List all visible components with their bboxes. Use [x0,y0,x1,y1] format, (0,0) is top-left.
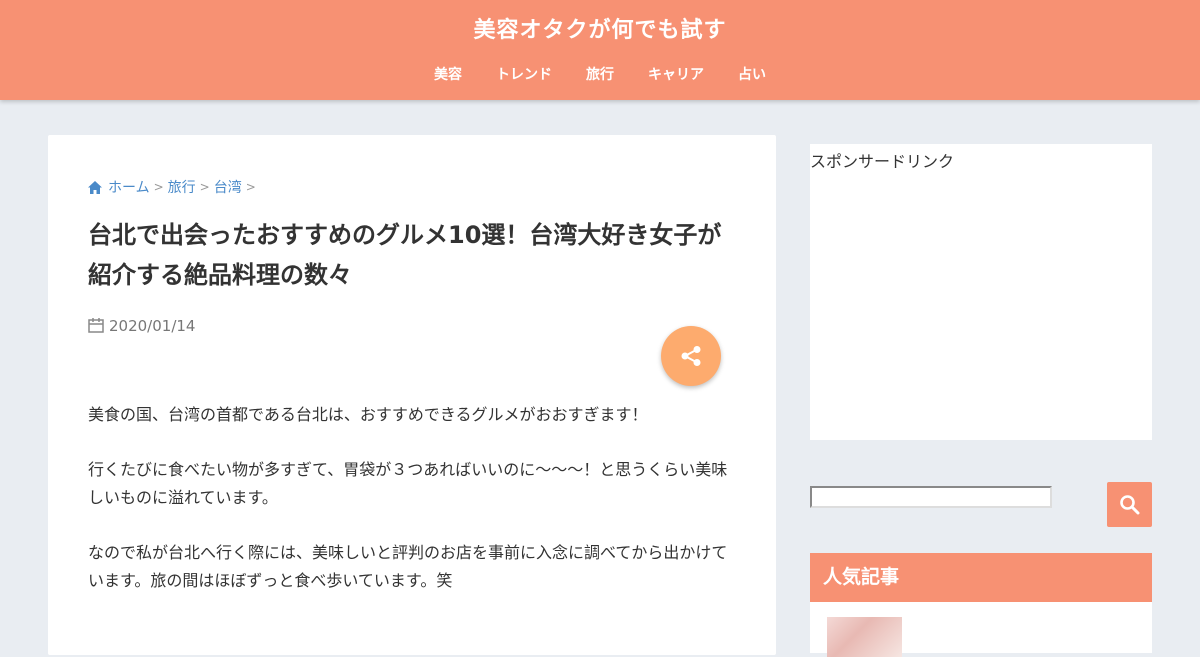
breadcrumb-taiwan[interactable]: 台湾 [214,180,242,196]
share-icon [681,346,701,366]
post-date: 2020/01/14 [88,317,195,335]
calendar-icon [88,318,104,333]
paragraph: 行くたびに食べたい物が多すぎて、胃袋が３つあればいいのに〜〜〜！と思うくらい美味… [88,460,728,507]
breadcrumb-travel[interactable]: 旅行 [168,180,196,196]
nav-item-fortune[interactable]: 占い [738,64,766,84]
paragraph: なので私が台北へ行く際には、美味しいと評判のお店を事前に入念に調べてから出かけて… [88,543,728,590]
search-input[interactable] [810,486,1052,508]
global-nav: 美容 トレンド 旅行 キャリア 占い [0,64,1200,84]
nav-item-trend[interactable]: トレンド [496,64,552,84]
home-icon [88,180,102,194]
sponsored-ad-block: スポンサードリンク [810,144,1152,440]
nav-item-career[interactable]: キャリア [648,64,704,84]
article-title: 台北で出会ったおすすめのグルメ10選！台湾大好き女子が紹介する絶品料理の数々 [88,221,722,289]
nav-item-travel[interactable]: 旅行 [586,64,614,84]
chevron-right-icon: > [199,180,210,194]
search-button[interactable] [1107,482,1152,527]
article-body: 美食の国、台湾の首都である台北は、おすすめできるグルメがおおすぎます！ 行くたび… [88,401,738,622]
popular-articles-heading: 人気記事 [810,553,1152,602]
share-button[interactable] [661,326,721,386]
popular-articles: 人気記事 [810,553,1152,657]
ad-label: スポンサードリンク [810,152,955,171]
post-date-text: 2020/01/14 [109,317,196,335]
site-title[interactable]: 美容オタクが何でも試す [0,12,1200,44]
search-icon [1120,495,1140,515]
paragraph: 美食の国、台湾の首都である台北は、おすすめできるグルメがおおすぎます！ [88,405,648,424]
article-card: ホーム > 旅行 > 台湾 > 台北で出会ったおすすめのグルメ10選！台湾大好き女子が紹介… [48,135,776,655]
popular-article-thumbnail[interactable] [827,617,902,657]
chevron-right-icon: > [245,180,256,194]
chevron-right-icon: > [153,180,164,194]
breadcrumb-home[interactable]: ホーム [108,180,150,196]
site-header: 美容オタクが何でも試す 美容 トレンド 旅行 キャリア 占い [0,0,1200,100]
breadcrumb: ホーム > 旅行 > 台湾 > [88,177,260,197]
nav-item-beauty[interactable]: 美容 [434,64,462,84]
